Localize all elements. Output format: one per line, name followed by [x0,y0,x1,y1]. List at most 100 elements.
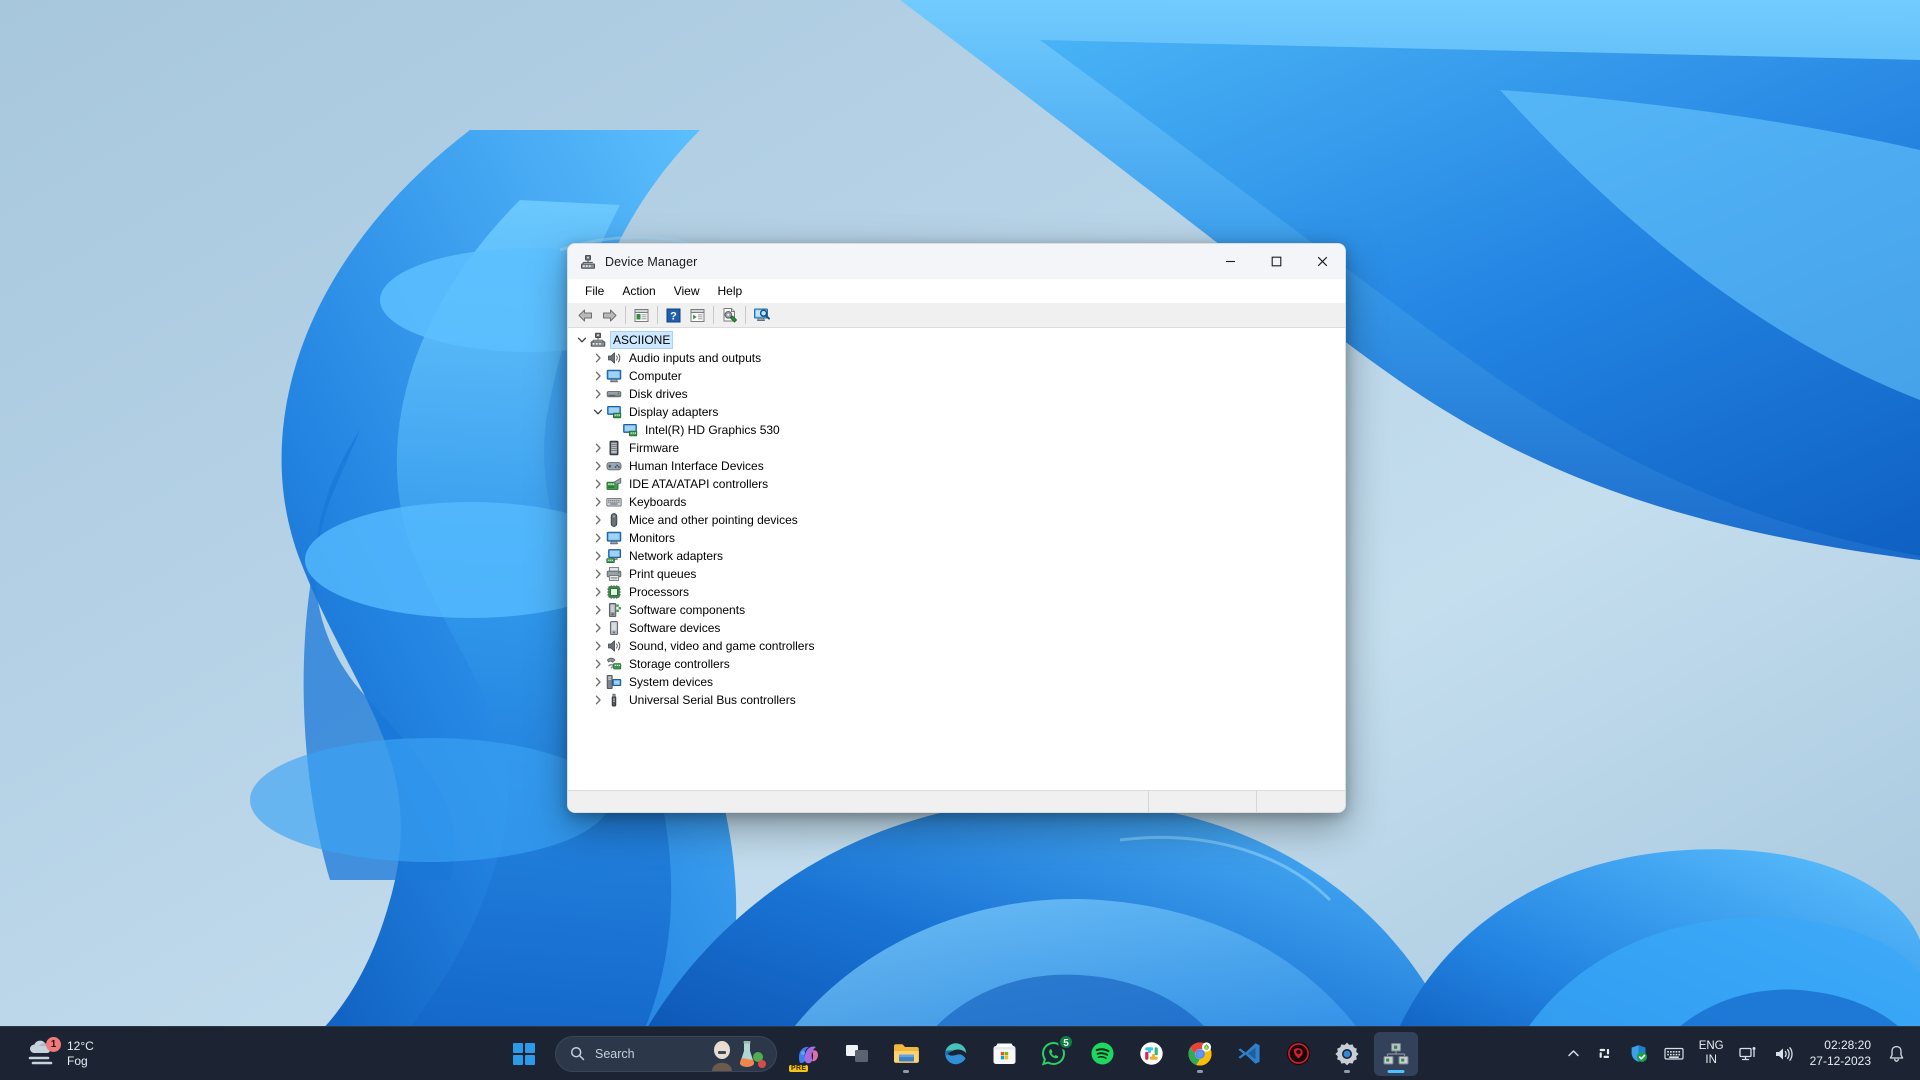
tree-item-firmware[interactable]: Firmware [568,439,1345,457]
minimize-button[interactable] [1207,244,1253,279]
tree-item-network-adapters[interactable]: Network adapters [568,547,1345,565]
chevron-right-icon[interactable] [590,656,606,672]
windows-security-icon[interactable] [1622,1034,1655,1074]
chevron-right-icon[interactable] [590,584,606,600]
tree-item-universal-serial-bus-controllers[interactable]: Universal Serial Bus controllers [568,691,1345,709]
tree-item-system-devices[interactable]: System devices [568,673,1345,691]
language-indicator[interactable]: ENG IN [1693,1034,1730,1074]
close-button[interactable] [1299,244,1345,279]
network-icon[interactable] [1732,1034,1765,1074]
tree-item-disk-drives[interactable]: Disk drives [568,385,1345,403]
touch-keyboard-icon[interactable] [1657,1034,1691,1074]
tree-item-label: ASCIIONE [611,332,672,348]
taskbar-app-microsoft-store[interactable] [982,1032,1026,1076]
device-tree[interactable]: ASCIIONEAudio inputs and outputsComputer… [568,328,1345,790]
update-driver-icon[interactable] [686,304,709,326]
taskbar[interactable]: 1 12°C Fog [0,1026,1920,1080]
forward-icon[interactable] [598,304,621,326]
tree-item-software-devices[interactable]: Software devices [568,619,1345,637]
menu-item-help[interactable]: Help [710,282,751,300]
chevron-right-icon[interactable] [590,458,606,474]
display-adapter-icon [622,422,638,438]
help-icon[interactable]: ? [662,304,685,326]
clock[interactable]: 02:28:20 27-12-2023 [1802,1034,1879,1074]
tree-item-keyboards[interactable]: Keyboards [568,493,1345,511]
tree-item-mice-and-other-pointing-devices[interactable]: Mice and other pointing devices [568,511,1345,529]
tree-item-label: Display adapters [627,404,720,420]
taskbar-app-edge[interactable] [933,1032,977,1076]
microsoft-store-icon [992,1041,1017,1066]
taskbar-app-slack[interactable] [1129,1032,1173,1076]
tree-item-software-components[interactable]: Software components [568,601,1345,619]
weather-badge: 1 [46,1037,61,1052]
tree-item-sound-video-and-game-controllers[interactable]: Sound, video and game controllers [568,637,1345,655]
chevron-right-icon[interactable] [590,440,606,456]
edge-icon [942,1041,968,1067]
tree-item-ide-ata-atapi-controllers[interactable]: IDE ATA/ATAPI controllers [568,475,1345,493]
taskbar-app-vs-code[interactable] [1227,1032,1271,1076]
taskbar-app-copilot[interactable]: PRE [786,1032,830,1076]
chevron-right-icon[interactable] [590,638,606,654]
chevron-right-icon[interactable] [590,548,606,564]
tree-item-human-interface-devices[interactable]: Human Interface Devices [568,457,1345,475]
tree-item-audio-inputs-and-outputs[interactable]: Audio inputs and outputs [568,349,1345,367]
weather-widget[interactable]: 1 12°C Fog [16,1034,104,1074]
menu-item-action[interactable]: Action [614,282,663,300]
tree-item-storage-controllers[interactable]: Storage controllers [568,655,1345,673]
taskbar-app-whatsapp[interactable]: 5 [1031,1032,1075,1076]
volume-icon[interactable] [1767,1034,1800,1074]
search-input[interactable]: Search [555,1036,777,1072]
chevron-right-icon[interactable] [590,602,606,618]
software-component-icon [606,602,622,618]
start-button[interactable] [502,1032,546,1076]
spotify-icon [1090,1041,1115,1066]
chevron-right-icon[interactable] [590,566,606,582]
taskbar-app-crimson-app[interactable] [1276,1032,1320,1076]
tree-item-asciione[interactable]: ASCIIONE [568,331,1345,349]
properties-icon[interactable] [630,304,653,326]
chevron-right-icon[interactable] [590,476,606,492]
scan-hardware-changes-icon[interactable] [718,304,741,326]
show-hidden-icons-icon[interactable] [1560,1034,1587,1074]
tree-item-print-queues[interactable]: Print queues [568,565,1345,583]
chevron-right-icon[interactable] [590,530,606,546]
chevron-right-icon[interactable] [590,350,606,366]
tree-item-label: Monitors [627,530,677,546]
chevron-right-icon[interactable] [590,386,606,402]
taskbar-app-file-explorer[interactable] [884,1032,928,1076]
taskbar-app-settings[interactable] [1325,1032,1369,1076]
copilot-icon [795,1041,821,1067]
menu-item-view[interactable]: View [666,282,708,300]
processor-icon [606,584,622,600]
tree-item-label: Software devices [627,620,722,636]
chevron-right-icon[interactable] [590,692,606,708]
device-manager-window[interactable]: Device Manager File Action View Help [567,243,1346,813]
tree-item-processors[interactable]: Processors [568,583,1345,601]
tree-item-intel-r-hd-graphics-530[interactable]: Intel(R) HD Graphics 530 [568,421,1345,439]
taskbar-app-spotify[interactable] [1080,1032,1124,1076]
chevron-right-icon[interactable] [590,368,606,384]
maximize-button[interactable] [1253,244,1299,279]
back-icon[interactable] [574,304,597,326]
chevron-right-icon[interactable] [590,674,606,690]
tree-item-label: Storage controllers [627,656,732,672]
show-hidden-devices-icon[interactable] [750,304,773,326]
taskbar-app-chrome[interactable] [1178,1032,1222,1076]
taskbar-app-task-view[interactable] [835,1032,879,1076]
tree-item-label: Software components [627,602,747,618]
desktop[interactable]: Device Manager File Action View Help [0,0,1920,1080]
taskbar-app-device-manager[interactable] [1374,1032,1418,1076]
ide-controller-icon [606,476,622,492]
chevron-down-icon[interactable] [590,404,606,420]
tree-item-display-adapters[interactable]: Display adapters [568,403,1345,421]
chevron-right-icon[interactable] [590,494,606,510]
tree-item-computer[interactable]: Computer [568,367,1345,385]
bell-icon[interactable] [1881,1034,1912,1074]
chevron-right-icon[interactable] [590,620,606,636]
title-bar[interactable]: Device Manager [568,244,1345,279]
chevron-right-icon[interactable] [590,512,606,528]
menu-item-file[interactable]: File [577,282,612,300]
chevron-down-icon[interactable] [574,332,590,348]
slack-tray-icon[interactable] [1589,1034,1620,1074]
tree-item-monitors[interactable]: Monitors [568,529,1345,547]
